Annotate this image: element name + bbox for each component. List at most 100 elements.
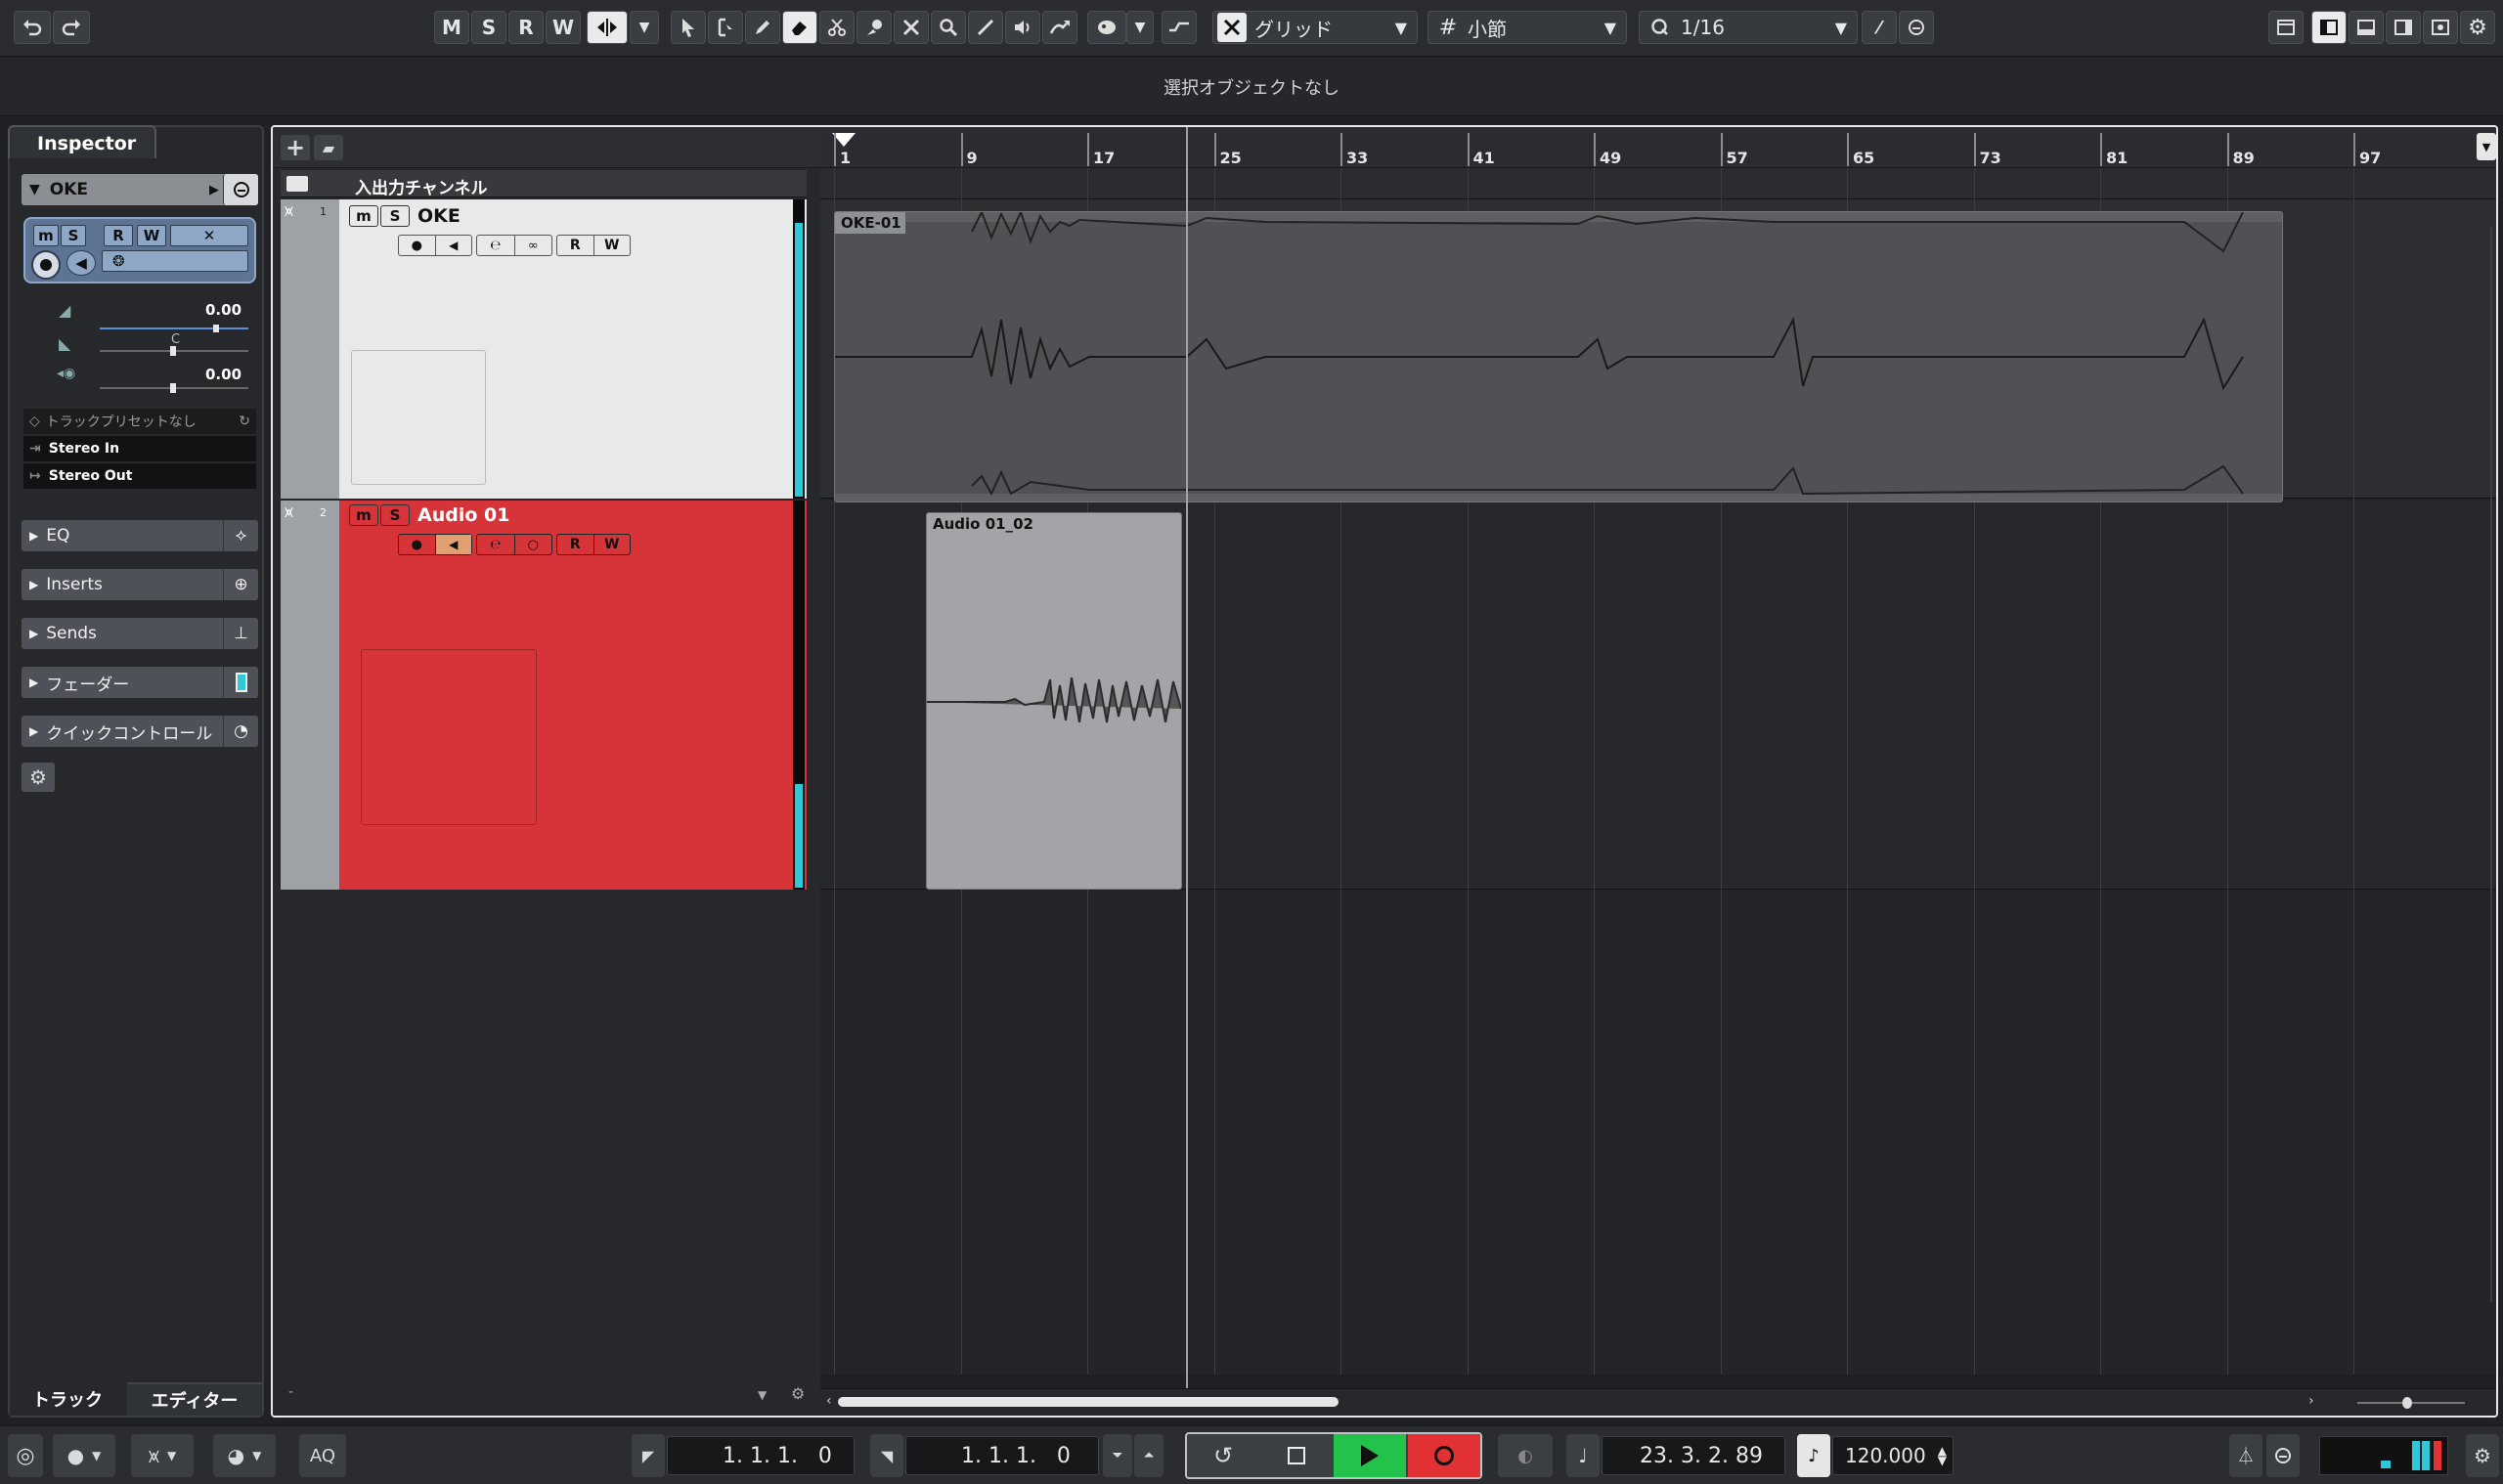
glue-tool[interactable] xyxy=(856,11,892,44)
scrollbar-thumb[interactable] xyxy=(838,1397,1339,1407)
settings-button[interactable]: ⚙ xyxy=(2460,11,2495,44)
tempo-stepper-icon[interactable]: ▲ ▼ xyxy=(1938,1445,1947,1466)
write-automation-button[interactable]: W xyxy=(594,236,631,255)
line-tool[interactable] xyxy=(968,11,1003,44)
monitor-button[interactable]: ◀ xyxy=(436,236,472,255)
range-select-tool[interactable] xyxy=(708,11,743,44)
color-tool[interactable] xyxy=(1087,11,1126,44)
delay-slider[interactable] xyxy=(100,383,248,393)
track-name[interactable]: OKE xyxy=(417,205,461,227)
pan-slider-handle[interactable] xyxy=(170,346,176,356)
metronome-button[interactable]: ⏃ xyxy=(2229,1434,2262,1477)
punch-out-button[interactable]: ⏶ xyxy=(1134,1434,1164,1477)
left-locator-display[interactable]: 1. 1. 1. 0 xyxy=(667,1436,855,1475)
inserts-section[interactable]: ▶ Inserts ⊕ xyxy=(22,569,258,600)
track-preset-row[interactable]: ◇ トラックプリセットなし ↻ xyxy=(23,409,256,434)
autoscroll-dropdown[interactable]: ▼ xyxy=(630,11,659,44)
event-audio01-02[interactable]: Audio 01_02 xyxy=(926,512,1182,890)
inspector-read-button[interactable]: R xyxy=(104,225,133,246)
track-row-oke[interactable]: ⩙ 1 m S OKE ● ◀ ℮ ∞ R W xyxy=(281,199,807,499)
edit-channel-button[interactable]: ℮ xyxy=(477,236,515,255)
horizontal-zoom-slider[interactable] xyxy=(2357,1397,2465,1409)
erase-tool[interactable] xyxy=(782,11,817,44)
undo-button[interactable] xyxy=(14,11,51,44)
tab-track[interactable]: トラック xyxy=(10,1382,125,1416)
lower-zone-toggle[interactable] xyxy=(2349,11,2384,44)
ruler-menu-button[interactable]: ▼ xyxy=(2477,133,2496,160)
click-settings-button[interactable] xyxy=(2266,1434,2300,1477)
record-enable-button[interactable]: ● xyxy=(399,535,436,554)
solo-mode-button[interactable]: S xyxy=(471,11,506,44)
left-zone-toggle[interactable] xyxy=(2311,11,2347,44)
snap-type-select[interactable]: グリッド ▼ xyxy=(1212,11,1418,44)
sends-section[interactable]: ▶ Sends ⊥ xyxy=(22,618,258,649)
cycle-button[interactable]: ↺ xyxy=(1189,1434,1257,1477)
project-setup-button[interactable] xyxy=(2268,11,2304,44)
split-tool[interactable] xyxy=(819,11,855,44)
track-name[interactable]: Audio 01 xyxy=(417,504,509,526)
fader-section[interactable]: ▶ フェーダー xyxy=(22,667,258,698)
record-button[interactable] xyxy=(1408,1434,1480,1477)
read-automation-button[interactable]: R xyxy=(557,236,594,255)
right-locator-display[interactable]: 1. 1. 1. 0 xyxy=(905,1436,1099,1475)
inspector-solo-button[interactable]: S xyxy=(61,225,86,246)
transport-settings-button[interactable]: ⚙ xyxy=(2466,1434,2499,1477)
timeline-ruler[interactable]: ▼ 1 9 17 25 33 41 49 57 65 73 81 89 97 xyxy=(820,127,2496,168)
lanes-button[interactable]: ∞ xyxy=(515,236,552,255)
arrange-area[interactable]: OKE-01 Audio 01_02 xyxy=(820,168,2496,1375)
horizontal-scrollbar[interactable]: ‹ › xyxy=(820,1388,2496,1416)
track-mute-button[interactable]: m xyxy=(349,504,378,526)
delay-slider-handle[interactable] xyxy=(170,383,176,393)
inspector-write-button[interactable]: W xyxy=(137,225,166,246)
autoscroll-button[interactable] xyxy=(587,11,628,44)
inspector-track-header[interactable]: ▼ OKE ▶ xyxy=(22,174,258,205)
volume-slider[interactable] xyxy=(100,325,248,332)
track-mute-button[interactable]: m xyxy=(349,205,378,227)
volume-slider-handle[interactable] xyxy=(213,325,219,332)
track-solo-button[interactable]: S xyxy=(380,504,410,526)
stop-button[interactable] xyxy=(1261,1434,1332,1477)
auto-quantize-button[interactable]: AQ xyxy=(299,1434,346,1477)
folder-track[interactable]: 入出力チャンネル xyxy=(281,170,807,198)
read-automation-button[interactable]: R xyxy=(557,535,594,554)
eq-section[interactable]: ▶ EQ ⟡ xyxy=(22,520,258,551)
inspector-monitor-button[interactable]: ◀ xyxy=(66,250,96,276)
play-button[interactable] xyxy=(1334,1434,1406,1477)
redo-button[interactable] xyxy=(53,11,90,44)
comp-tool[interactable] xyxy=(1042,11,1077,44)
tracklist-scroll-down[interactable]: ▼ xyxy=(758,1388,767,1402)
audio-record-mode-select[interactable]: ⩙ ▼ xyxy=(131,1434,194,1477)
write-automation-button[interactable]: W xyxy=(594,535,631,554)
quantize-preset-button[interactable]: ⁄ xyxy=(1862,11,1897,44)
object-select-tool[interactable] xyxy=(671,11,706,44)
punch-in-button[interactable]: ⏷ xyxy=(1103,1434,1132,1477)
inspector-settings-button[interactable]: ⚙ xyxy=(22,763,55,792)
record-enable-button[interactable]: ● xyxy=(399,236,436,255)
edit-channel-button[interactable]: ℮ xyxy=(477,535,515,554)
mute-tool[interactable] xyxy=(894,11,929,44)
monitor-button[interactable]: ◀ xyxy=(435,535,471,554)
output-routing-row[interactable]: ↦ Stereo Out xyxy=(23,463,256,489)
event-oke-01[interactable]: OKE-01 xyxy=(834,211,2283,502)
inspector-mute-button[interactable]: m xyxy=(33,225,59,246)
quick-controls-section[interactable]: ▶ クイックコントロール ◔ xyxy=(22,716,258,747)
quantize-apply-button[interactable] xyxy=(1899,11,1934,44)
horizontal-zoom-handle[interactable] xyxy=(2402,1397,2412,1409)
color-dropdown[interactable]: ▼ xyxy=(1126,11,1154,44)
track-solo-button[interactable]: S xyxy=(380,205,410,227)
inspector-automation-button[interactable]: ✕ xyxy=(170,225,248,246)
mute-mode-button[interactable]: M xyxy=(434,11,469,44)
go-to-left-locator-button[interactable]: ◤ xyxy=(632,1434,665,1477)
vertical-zoom-slider[interactable] xyxy=(2490,227,2492,1302)
time-display-switch[interactable]: ◐ xyxy=(1498,1434,1553,1477)
track-row-audio01[interactable]: ⩙ 2 m S Audio 01 ● ◀ ℮ ○ R W xyxy=(281,501,807,890)
playhead-cursor[interactable] xyxy=(1186,127,1188,1388)
edit-channel-icon[interactable] xyxy=(223,174,258,205)
track-list-menu-button[interactable]: ▰ xyxy=(314,135,343,160)
tracklist-settings-icon[interactable]: ⚙ xyxy=(791,1384,805,1403)
tab-editor[interactable]: エディター xyxy=(127,1382,262,1416)
scroll-right-arrow[interactable]: › xyxy=(2308,1393,2314,1409)
pan-slider[interactable] xyxy=(100,346,248,356)
draw-tool[interactable] xyxy=(745,11,780,44)
inspector-lock-button[interactable]: ❂ xyxy=(102,250,248,272)
